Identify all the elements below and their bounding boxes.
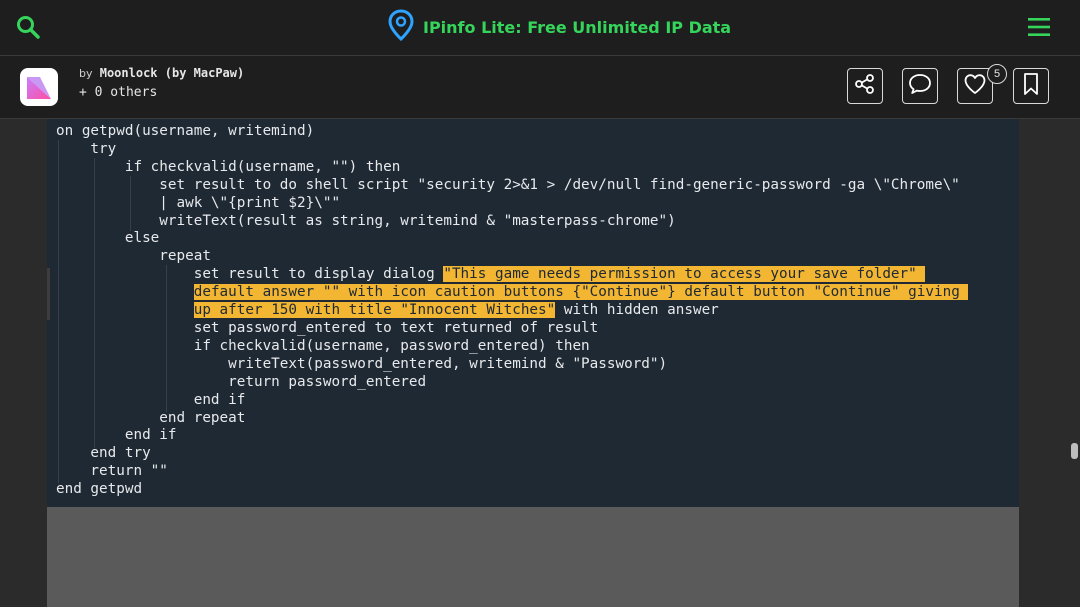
- code-text: end try: [56, 445, 151, 462]
- code-text: | awk \"{print $2}\"": [56, 194, 341, 211]
- bookmark-icon: [1021, 72, 1041, 101]
- code-text: try: [56, 140, 117, 157]
- code-line: end getpwd: [56, 481, 968, 499]
- code-text: with hidden answer: [555, 302, 719, 319]
- avatar[interactable]: [20, 68, 58, 106]
- comment-button[interactable]: [902, 68, 938, 104]
- code-line: return "": [56, 463, 968, 481]
- other-authors[interactable]: + 0 others: [79, 85, 157, 100]
- code-text: set password_entered to text returned of…: [56, 319, 599, 336]
- code-line: writeText(password_entered, writemind & …: [56, 356, 968, 374]
- code-text: end if: [56, 427, 177, 444]
- code-line: if checkvalid(username, password_entered…: [56, 338, 968, 356]
- code-line: if checkvalid(username, "") then: [56, 159, 968, 177]
- code-line: repeat: [56, 248, 968, 266]
- code-text: repeat: [56, 248, 211, 265]
- page-scrollbar[interactable]: [1071, 443, 1078, 459]
- heart-icon: [963, 73, 987, 100]
- highlighted-code: "This game needs permission to access yo…: [443, 266, 926, 283]
- code-line: default answer "" with icon caution butt…: [56, 284, 969, 302]
- comment-icon: [908, 73, 932, 100]
- code-line: else: [56, 230, 968, 248]
- code-text: end if: [56, 391, 246, 408]
- code-line: end repeat: [56, 410, 968, 428]
- page-title: IPinfo Lite: Free Unlimited IP Data: [423, 17, 732, 37]
- code-line: end try: [56, 445, 968, 463]
- author-name[interactable]: Moonlock (by MacPaw): [100, 66, 245, 80]
- share-icon: [854, 73, 876, 100]
- share-button[interactable]: [847, 68, 883, 104]
- code-line: writeText(result as string, writemind & …: [56, 213, 968, 231]
- author-bar: by Moonlock (by MacPaw) + 0 others: [0, 56, 1080, 119]
- code-line: set result to display dialog "This game …: [56, 266, 968, 284]
- like-count-badge: 5: [987, 64, 1007, 84]
- search-icon[interactable]: [16, 15, 40, 39]
- code-text: writeText(password_entered, writemind & …: [56, 355, 668, 372]
- hamburger-menu-icon[interactable]: [1027, 16, 1051, 38]
- code-text: on getpwd(username, writemind): [56, 123, 315, 139]
- code-text: return "": [56, 463, 168, 480]
- code-text: set result to display dialog: [56, 266, 444, 283]
- code-line: try: [56, 141, 968, 159]
- code-line: set password_entered to text returned of…: [56, 320, 968, 338]
- location-pin-icon: [388, 8, 414, 46]
- by-label: by: [79, 67, 93, 80]
- code-line: set result to do shell script "security …: [56, 177, 968, 195]
- code-text: end repeat: [56, 409, 246, 426]
- code-text: else: [56, 230, 160, 247]
- code-text: end getpwd: [56, 481, 143, 498]
- highlighted-code: up after 150 with title "Innocent Witche…: [193, 302, 556, 319]
- code-line: | awk \"{print $2}\"": [56, 195, 968, 213]
- code-text: if checkvalid(username, password_entered…: [56, 337, 590, 354]
- code-text: writeText(result as string, writemind & …: [56, 212, 676, 229]
- code-text: set result to do shell script "security …: [56, 176, 960, 193]
- resize-handle[interactable]: [47, 268, 50, 320]
- top-navbar: IPinfo Lite: Free Unlimited IP Data: [0, 0, 1080, 56]
- bookmark-button[interactable]: [1013, 68, 1049, 104]
- code-line: end if: [56, 427, 968, 445]
- code-text: if checkvalid(username, "") then: [56, 158, 401, 175]
- code-line: on getpwd(username, writemind): [56, 123, 968, 141]
- code-line: up after 150 with title "Innocent Witche…: [56, 302, 968, 320]
- site-brand[interactable]: IPinfo Lite: Free Unlimited IP Data: [388, 8, 732, 46]
- code-text: return password_entered: [56, 373, 427, 390]
- highlighted-code: default answer "" with icon caution butt…: [193, 284, 969, 301]
- code-line: end if: [56, 392, 968, 410]
- code-line: return password_entered: [56, 374, 968, 392]
- author-byline: by Moonlock (by MacPaw): [79, 66, 244, 80]
- applescript-code: on getpwd(username, writemind) try if ch…: [56, 123, 969, 499]
